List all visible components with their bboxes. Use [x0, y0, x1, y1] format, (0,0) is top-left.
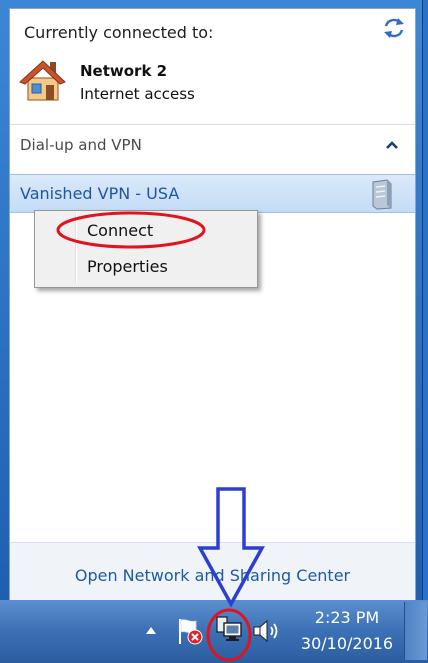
- menu-item-properties-label: Properties: [87, 257, 168, 276]
- show-hidden-icons-icon[interactable]: [145, 625, 157, 635]
- clock-time[interactable]: 2:23 PM: [298, 608, 396, 627]
- action-center-flag-icon[interactable]: [176, 617, 204, 645]
- vpn-connection-item[interactable]: Vanished VPN - USA: [10, 174, 415, 213]
- divider: [10, 124, 415, 125]
- network-status: Internet access: [80, 85, 195, 103]
- server-icon: [372, 179, 392, 210]
- section-header-dialup-vpn[interactable]: Dial-up and VPN: [20, 136, 142, 154]
- flyout-footer: Open Network and Sharing Center: [10, 542, 415, 600]
- refresh-icon[interactable]: [382, 17, 406, 39]
- header-title: Currently connected to:: [24, 23, 214, 42]
- vpn-connection-label: Vanished VPN - USA: [20, 184, 180, 203]
- context-menu: Connect Properties: [34, 210, 258, 288]
- menu-item-connect[interactable]: Connect: [39, 215, 253, 245]
- taskbar: 2:23 PM 30/10/2016: [0, 600, 428, 663]
- volume-icon[interactable]: [252, 619, 280, 643]
- menu-item-properties[interactable]: Properties: [39, 251, 253, 281]
- network-name: Network 2: [80, 62, 168, 80]
- flyout-panel: Currently connected to: Network 2 Intern…: [9, 8, 416, 600]
- house-icon: [19, 60, 66, 101]
- network-flyout: Currently connected to: Network 2 Intern…: [0, 0, 423, 600]
- show-desktop-button[interactable]: [404, 602, 427, 660]
- menu-item-connect-label: Connect: [87, 221, 154, 240]
- network-icon[interactable]: [214, 615, 244, 645]
- clock-date[interactable]: 30/10/2016: [298, 634, 396, 653]
- open-network-sharing-center-link[interactable]: Open Network and Sharing Center: [10, 566, 415, 585]
- chevron-up-icon[interactable]: [384, 137, 400, 153]
